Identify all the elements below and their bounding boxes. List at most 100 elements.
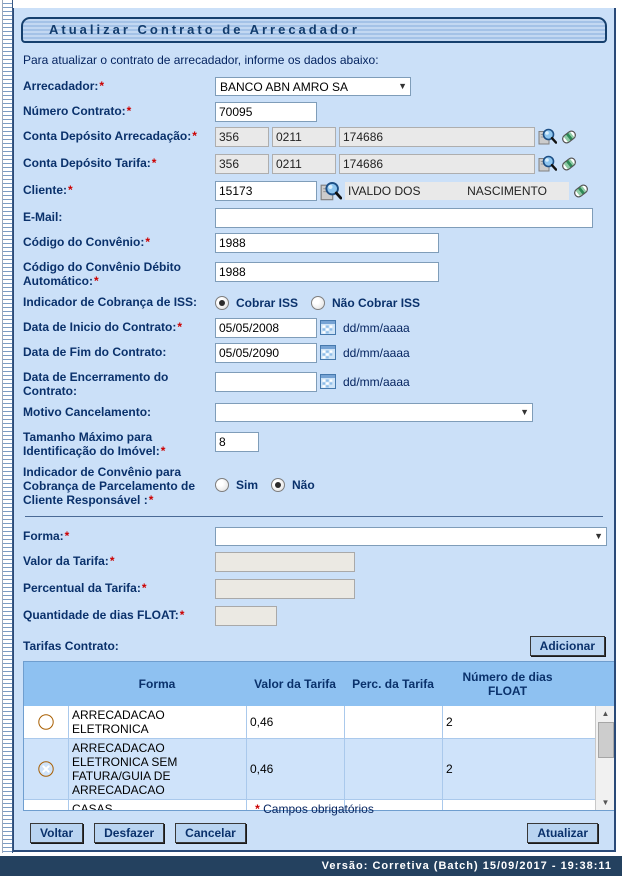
parcelamento-sim-radio[interactable]	[215, 478, 229, 492]
indicador-parcelamento-label: Indicador de Convênio para Cobrança de P…	[23, 465, 195, 507]
field-row-data-encerramento: Data de Encerramento do Contrato: dd/mm/…	[23, 367, 605, 398]
cell-perc	[344, 706, 442, 738]
field-row-arrecadador: Arrecadador:* BANCO ABN AMRO SA ▼	[23, 76, 605, 97]
cliente-label: Cliente:	[23, 183, 67, 197]
conta-tarifa-banco-input	[215, 154, 269, 174]
field-row-conta-arrecadacao: Conta Depósito Arrecadação:*	[23, 126, 605, 147]
parcelamento-nao-radio[interactable]	[271, 478, 285, 492]
nao-cobrar-iss-radio[interactable]	[311, 296, 325, 310]
required-star: *	[93, 274, 99, 288]
conta-arrecadacao-agencia-input	[272, 127, 336, 147]
required-note-text: Campos obrigatórios	[260, 802, 374, 816]
tarifas-table-body: ARRECADACAO ELETRONICA 0,46 2 ARRECADACA…	[24, 706, 595, 810]
desfazer-button[interactable]: Desfazer	[94, 823, 164, 843]
required-star: *	[179, 608, 185, 622]
data-fim-input[interactable]	[215, 343, 317, 363]
field-row-email: E-Mail:	[23, 207, 605, 228]
required-fields-note: * Campos obrigatórios	[14, 802, 614, 816]
codigo-convenio-debito-input[interactable]	[215, 262, 439, 282]
search-account-icon[interactable]	[538, 128, 557, 145]
delete-row-icon[interactable]	[38, 714, 54, 730]
motivo-cancelamento-select[interactable]: ▼	[215, 403, 533, 422]
field-row-data-fim: Data de Fim do Contrato: dd/mm/aaaa	[23, 342, 605, 363]
scrollbar-thumb[interactable]	[598, 722, 614, 758]
parcelamento-nao-radio-label[interactable]: Não	[292, 478, 315, 492]
cell-forma: ARRECADACAO ELETRONICA	[68, 706, 246, 738]
intro-text: Para atualizar o contrato de arrecadador…	[23, 53, 605, 67]
table-row: ARRECADACAO ELETRONICA SEM FATURA/GUIA D…	[24, 739, 595, 800]
cliente-nome-field: IVALDO DOS NASCIMENTO	[345, 182, 569, 200]
cobrar-iss-radio-label[interactable]: Cobrar ISS	[236, 296, 298, 310]
conta-arrecadacao-label: Conta Depósito Arrecadação:	[23, 129, 191, 143]
eraser-icon[interactable]	[560, 128, 578, 146]
eraser-icon[interactable]	[572, 182, 590, 200]
codigo-convenio-input[interactable]	[215, 233, 439, 253]
search-account-icon[interactable]	[538, 155, 557, 172]
delete-row-icon[interactable]	[38, 761, 54, 777]
motivo-cancelamento-label: Motivo Cancelamento:	[23, 405, 151, 419]
required-star: *	[67, 183, 73, 197]
parcelamento-sim-radio-label[interactable]: Sim	[236, 478, 258, 492]
email-input[interactable]	[215, 208, 593, 228]
table-scrollbar[interactable]: ▲ ▼	[595, 706, 615, 810]
atualizar-button[interactable]: Atualizar	[527, 823, 598, 843]
action-button-bar: Voltar Desfazer Cancelar Atualizar	[30, 823, 598, 843]
required-star: *	[144, 235, 150, 249]
required-star: *	[176, 320, 182, 334]
adicionar-button[interactable]: Adicionar	[530, 636, 605, 656]
calendar-icon[interactable]	[320, 345, 336, 360]
conta-tarifa-numero-input	[339, 154, 535, 174]
tarifas-contrato-label: Tarifas Contrato:	[23, 639, 119, 653]
field-row-dias-float: Quantidade de dias FLOAT:*	[23, 605, 605, 626]
codigo-convenio-debito-label: Código do Convênio Débito Automático:	[23, 260, 181, 288]
calendar-icon[interactable]	[320, 374, 336, 389]
nao-cobrar-iss-radio-label[interactable]: Não Cobrar ISS	[332, 296, 420, 310]
field-row-indicador-iss: Indicador de Cobrança de ISS: Cobrar ISS…	[23, 292, 605, 313]
version-text: Versão: Corretiva (Batch) 15/09/2017 - 1…	[322, 860, 612, 872]
voltar-button[interactable]: Voltar	[30, 823, 83, 843]
required-star: *	[126, 104, 132, 118]
required-star: *	[141, 581, 147, 595]
data-inicio-input[interactable]	[215, 318, 317, 338]
date-format-hint: dd/mm/aaaa	[343, 346, 410, 360]
field-row-indicador-parcelamento: Indicador de Convênio para Cobrança de P…	[23, 462, 605, 507]
valor-tarifa-input	[215, 552, 355, 572]
calendar-icon[interactable]	[320, 320, 336, 335]
dropdown-arrow-icon: ▼	[520, 408, 529, 417]
field-row-motivo-cancelamento: Motivo Cancelamento: ▼	[23, 402, 605, 423]
cancelar-button[interactable]: Cancelar	[175, 823, 246, 843]
numero-contrato-label: Número Contrato:	[23, 104, 126, 118]
required-star: *	[109, 554, 115, 568]
cell-dias: 2	[442, 706, 573, 738]
field-row-data-inicio: Data de Inicio do Contrato:* dd/mm/aaaa	[23, 317, 605, 338]
field-row-numero-contrato: Número Contrato:*	[23, 101, 605, 122]
scroll-up-icon[interactable]: ▲	[596, 706, 615, 721]
field-row-percentual-tarifa: Percentual da Tarifa:*	[23, 578, 605, 599]
cobrar-iss-radio[interactable]	[215, 296, 229, 310]
dias-float-label: Quantidade de dias FLOAT:	[23, 608, 179, 622]
tamanho-maximo-input[interactable]	[215, 432, 259, 452]
data-fim-label: Data de Fim do Contrato:	[23, 345, 166, 359]
page-title-bar: Atualizar Contrato de Arrecadador	[21, 17, 607, 43]
cliente-codigo-input[interactable]	[215, 181, 317, 201]
date-format-hint: dd/mm/aaaa	[343, 321, 410, 335]
cell-valor: 0,46	[246, 706, 344, 738]
cell-perc	[344, 739, 442, 799]
percentual-tarifa-input	[215, 579, 355, 599]
tarifas-table-header: Forma Valor da Tarifa Perc. da Tarifa Nú…	[24, 662, 616, 706]
forma-select[interactable]: ▼	[215, 527, 607, 546]
eraser-icon[interactable]	[560, 155, 578, 173]
required-star: *	[64, 529, 70, 543]
numero-contrato-input[interactable]	[215, 102, 317, 122]
dropdown-arrow-icon: ▼	[398, 82, 407, 91]
data-encerramento-input[interactable]	[215, 372, 317, 392]
dropdown-arrow-icon: ▼	[594, 532, 603, 541]
field-row-codigo-convenio: Código do Convênio:*	[23, 232, 605, 253]
required-star: *	[148, 493, 154, 507]
dias-float-input	[215, 606, 277, 626]
arrecadador-selected-value: BANCO ABN AMRO SA	[220, 80, 348, 94]
forma-label: Forma:	[23, 529, 64, 543]
search-cliente-icon[interactable]	[320, 181, 342, 201]
main-panel: Atualizar Contrato de Arrecadador Para a…	[13, 8, 616, 852]
arrecadador-select[interactable]: BANCO ABN AMRO SA ▼	[215, 77, 411, 96]
